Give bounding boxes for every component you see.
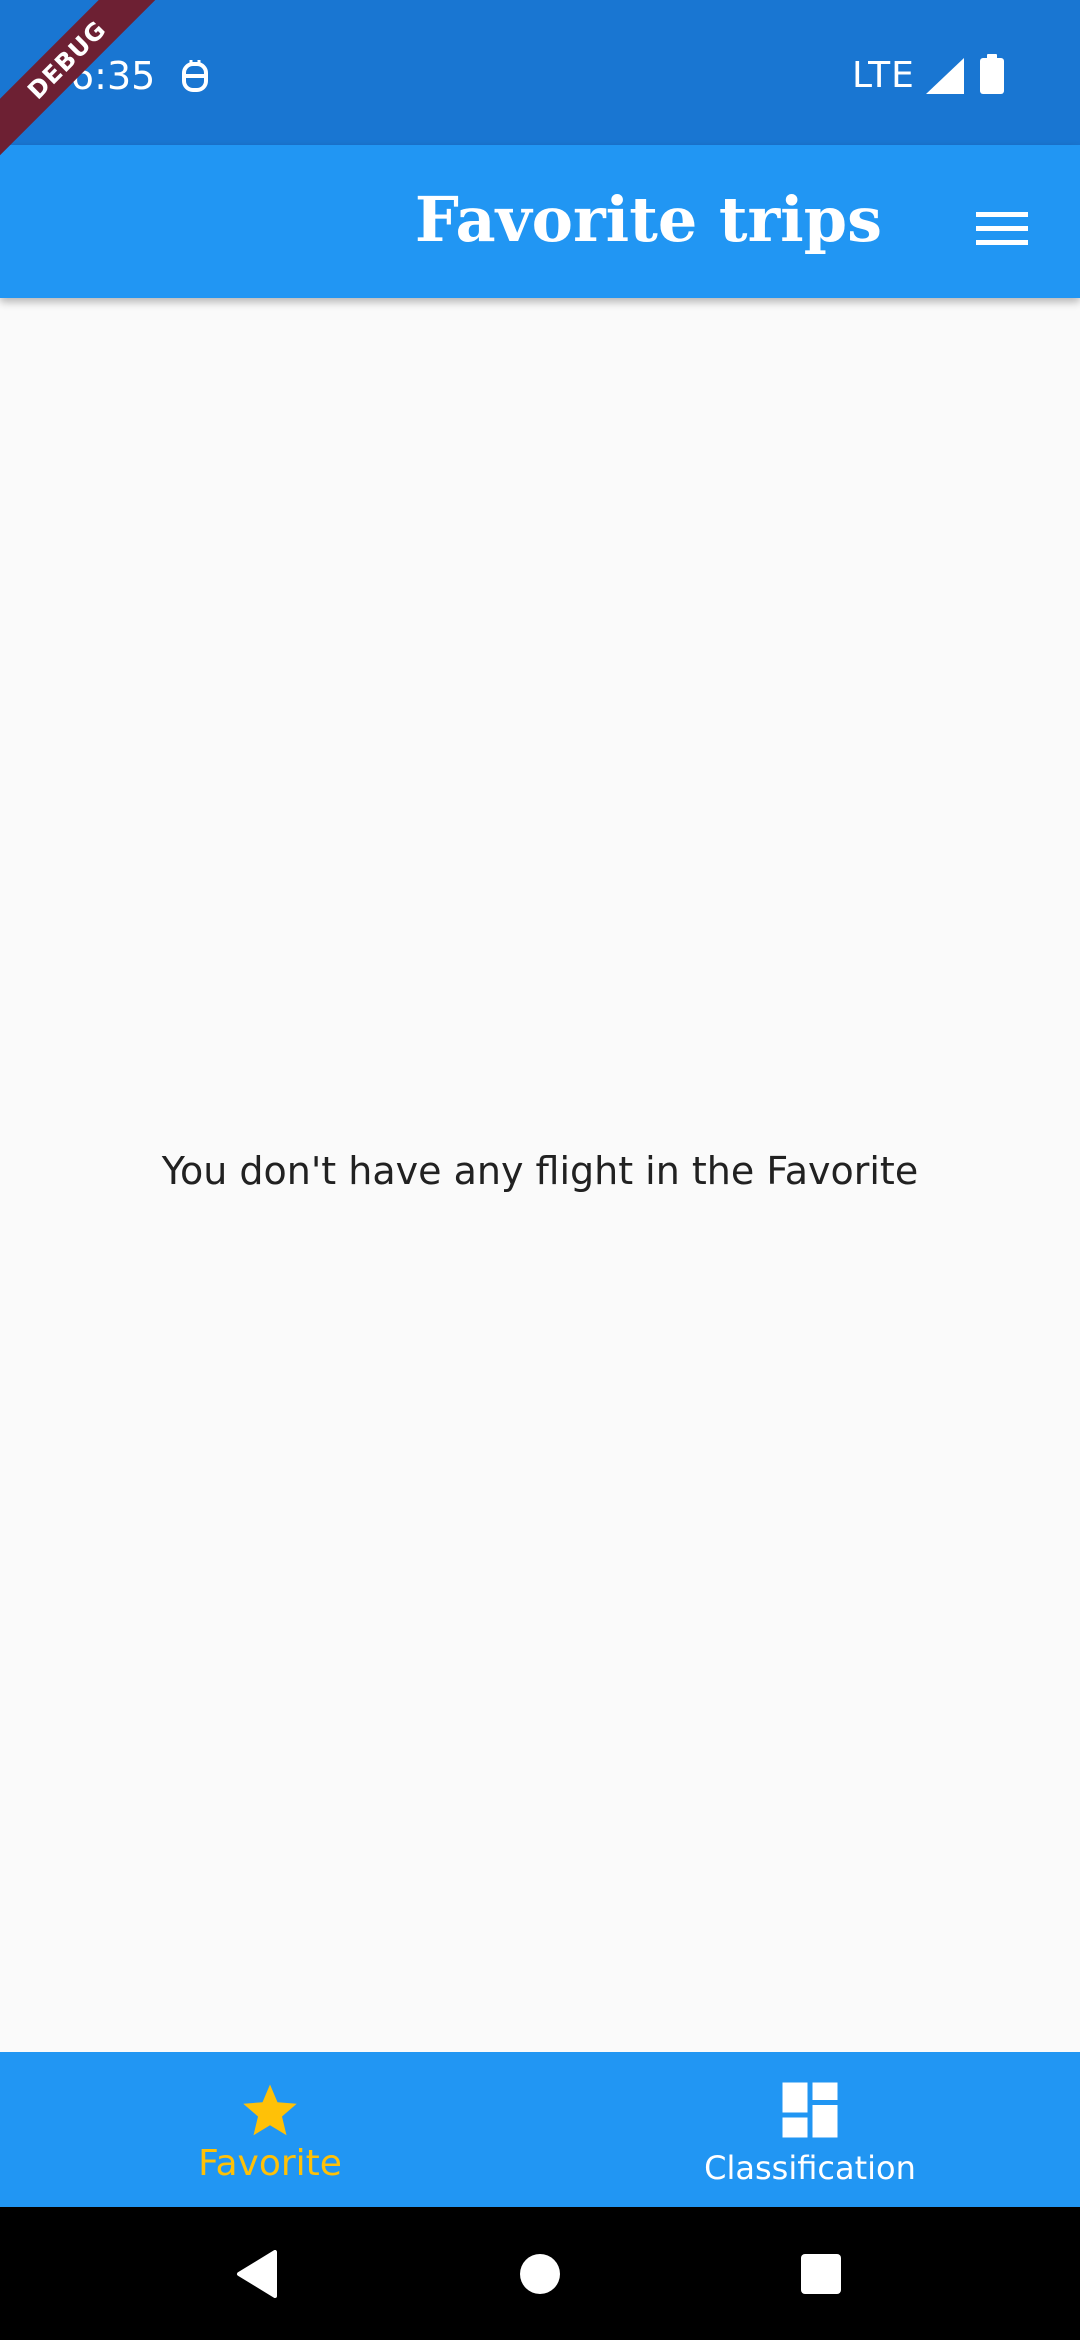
cell-signal-icon xyxy=(926,58,964,94)
back-button[interactable] xyxy=(222,2239,292,2309)
system-navigation-bar xyxy=(0,2207,1080,2340)
app-bar: Favorite trips xyxy=(0,145,1080,298)
home-button[interactable] xyxy=(505,2239,575,2309)
recents-button[interactable] xyxy=(786,2239,856,2309)
star-icon xyxy=(243,2084,297,2136)
dashboard-icon xyxy=(782,2082,838,2138)
hamburger-menu-icon xyxy=(976,212,1028,245)
nav-item-favorite[interactable]: Favorite xyxy=(0,2052,540,2207)
notification-icon xyxy=(182,60,208,92)
nav-item-classification[interactable]: Classification xyxy=(540,2052,1080,2207)
nav-label-classification: Classification xyxy=(704,2149,916,2187)
recents-square-icon xyxy=(801,2254,841,2294)
home-circle-icon xyxy=(520,2254,560,2294)
empty-state-message: You don't have any flight in the Favorit… xyxy=(161,1149,919,1193)
nav-label-favorite: Favorite xyxy=(198,2143,342,2184)
status-bar: 6:35 LTE xyxy=(0,0,1080,145)
back-triangle-icon xyxy=(237,2250,277,2298)
menu-button[interactable] xyxy=(960,187,1044,271)
main-content: You don't have any flight in the Favorit… xyxy=(0,298,1080,2052)
battery-full-icon xyxy=(980,54,1004,94)
network-type-label: LTE xyxy=(852,55,915,96)
page-title: Favorite trips xyxy=(414,183,882,256)
app-screen: 6:35 LTE DEBUG Favorite trips You don't … xyxy=(0,0,1080,2340)
bottom-navigation-bar: Favorite Classification xyxy=(0,2052,1080,2207)
